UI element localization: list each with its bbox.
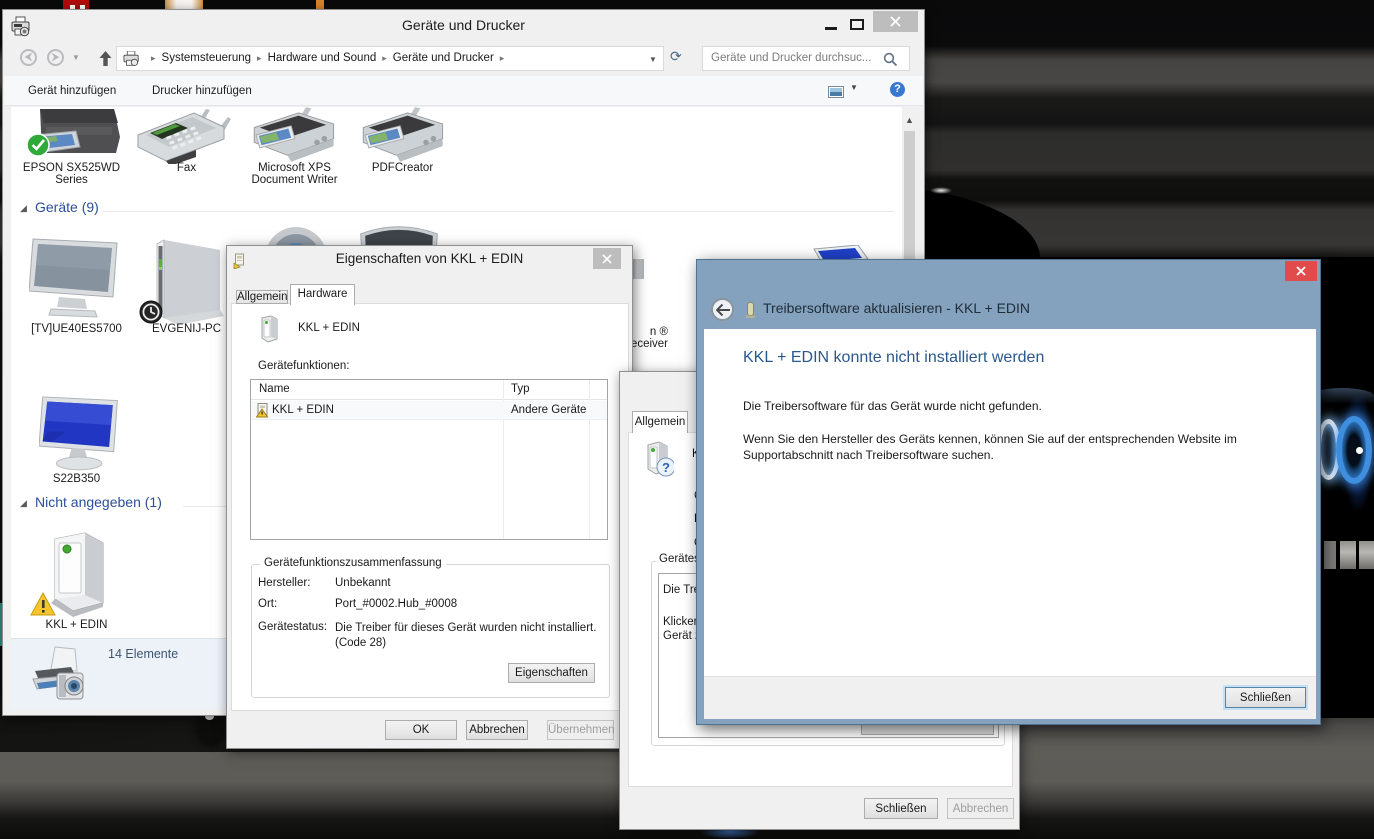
svg-text:?: ? (662, 460, 670, 475)
